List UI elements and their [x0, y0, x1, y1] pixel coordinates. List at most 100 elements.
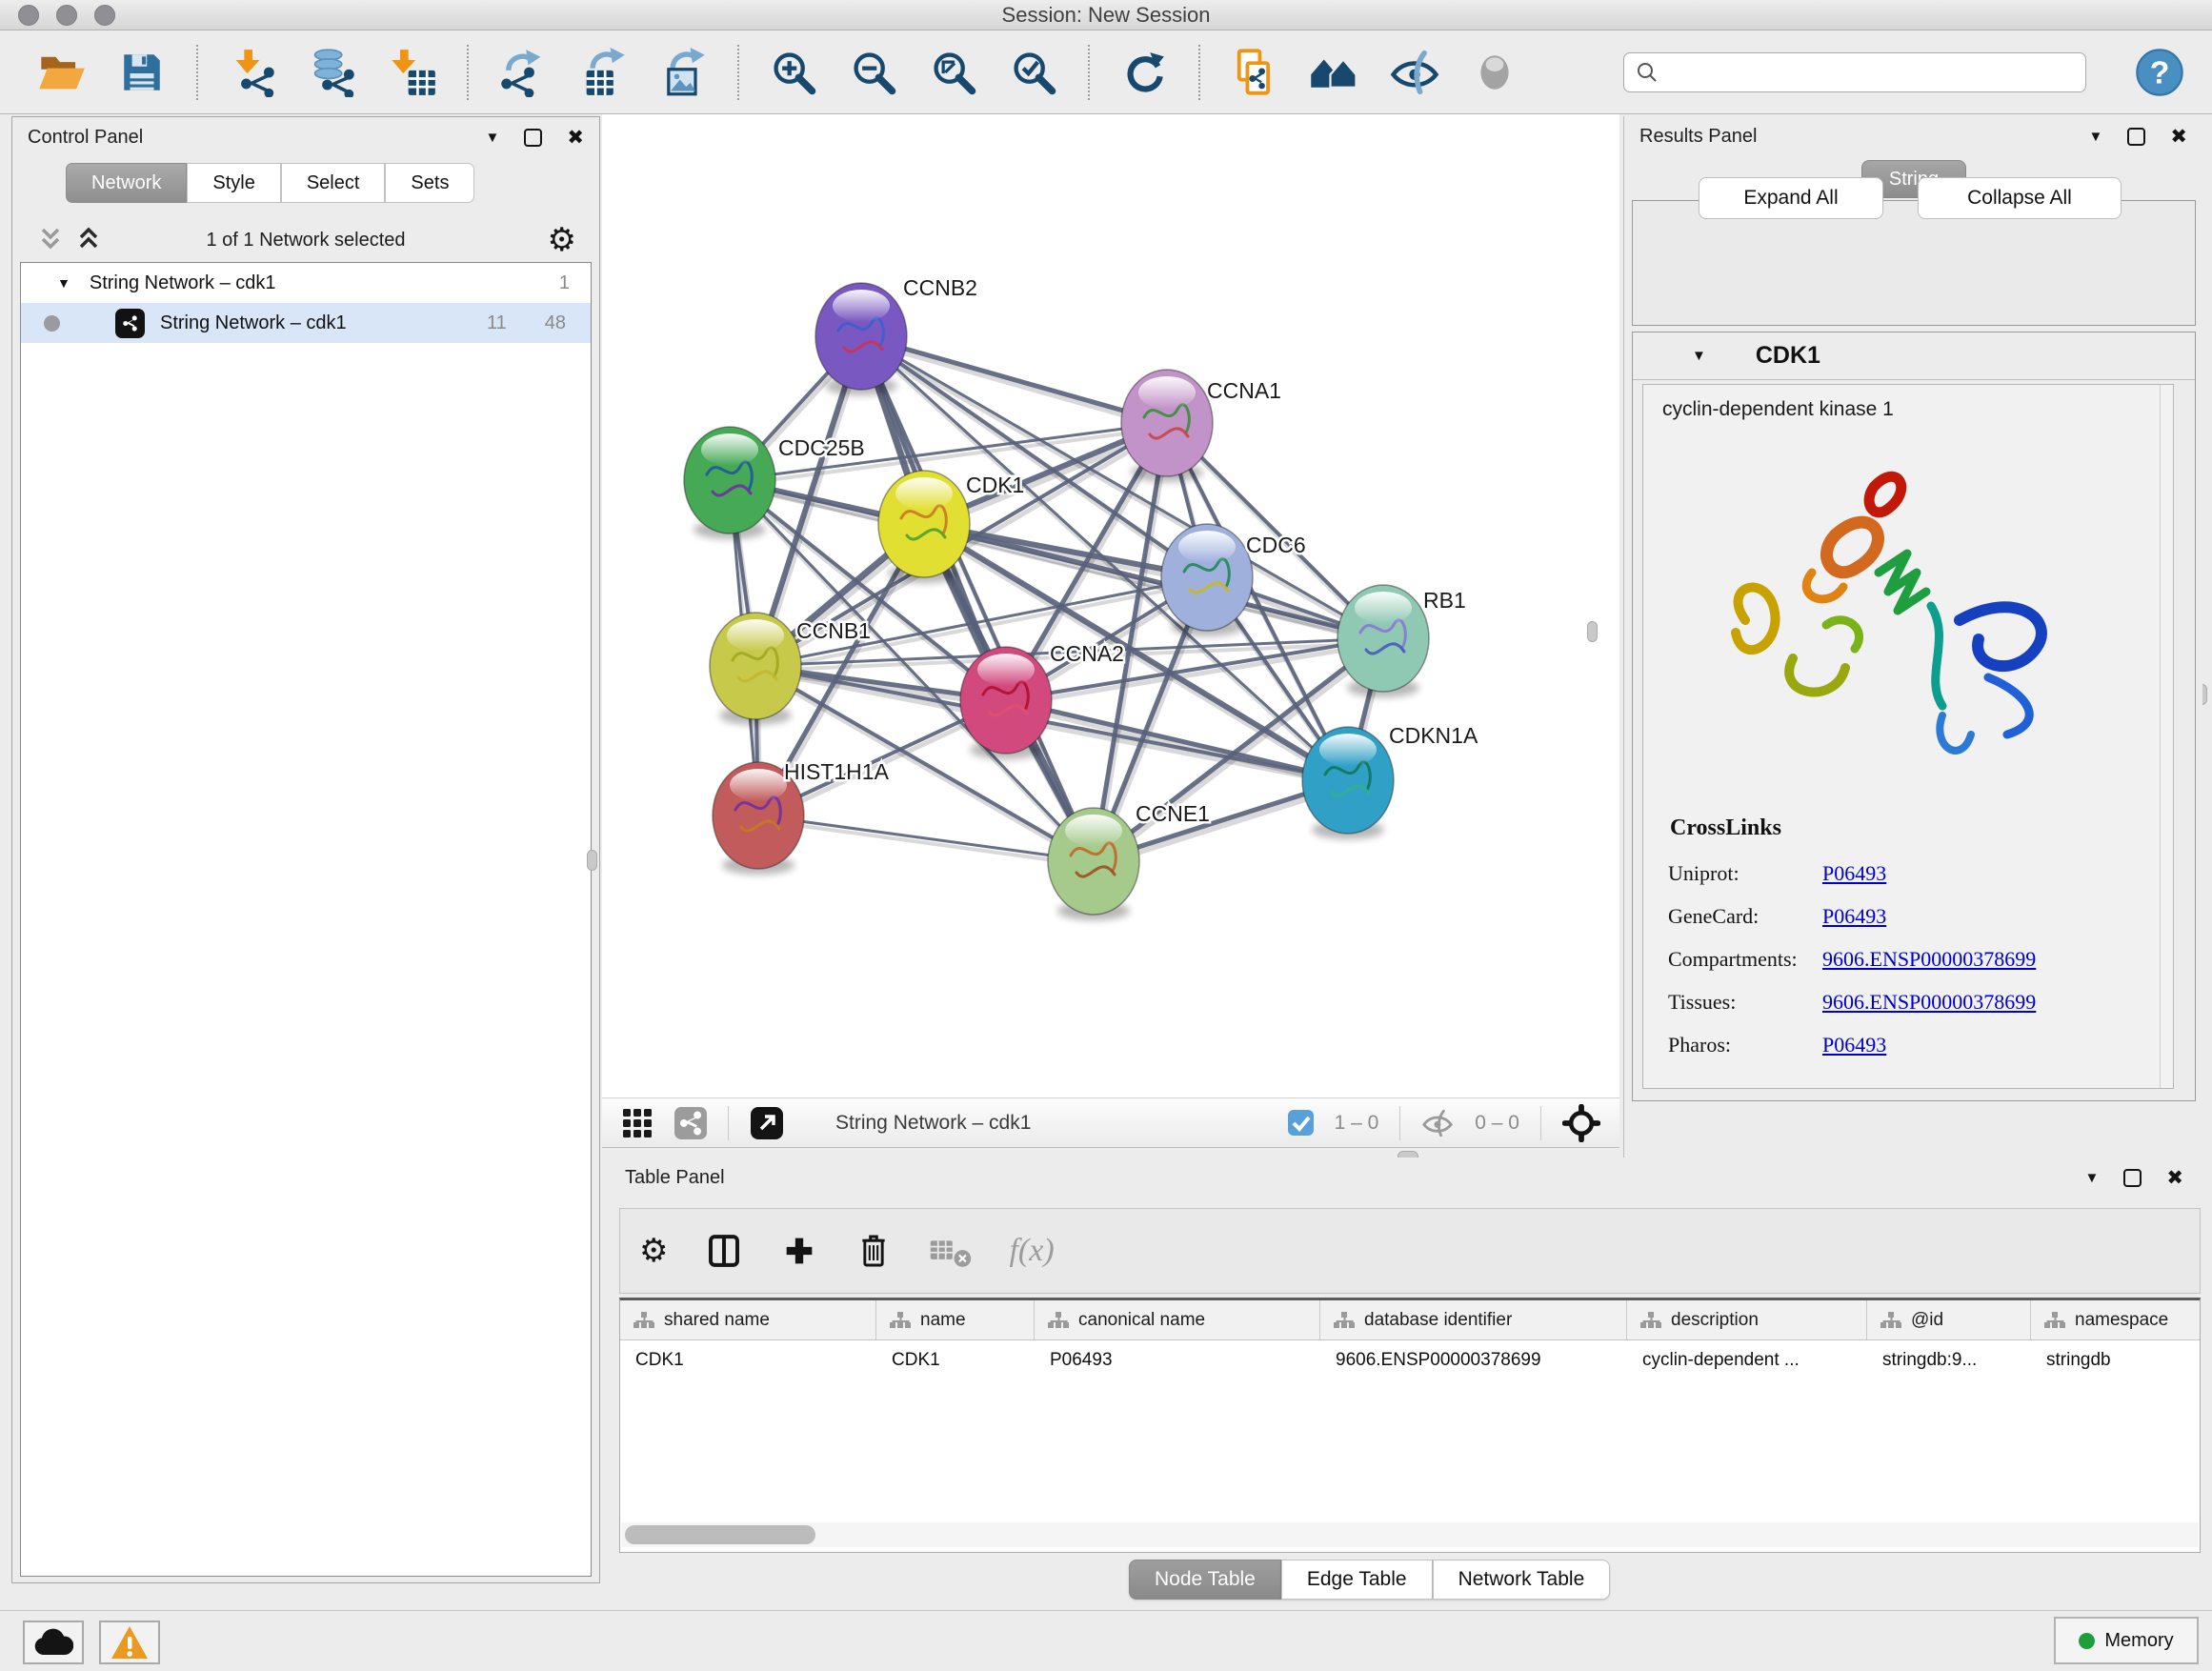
add-column-icon[interactable]: [780, 1232, 818, 1270]
hide-selected-button[interactable]: [1389, 47, 1440, 98]
panel-menu-icon[interactable]: ▼: [2089, 129, 2103, 145]
column-header-description[interactable]: description: [1627, 1300, 1867, 1339]
export-network-button[interactable]: [497, 47, 549, 98]
network-row-selected[interactable]: String Network – cdk1 11 48: [21, 303, 591, 343]
expand-all-button[interactable]: Expand All: [1699, 177, 1883, 219]
save-session-button[interactable]: [116, 47, 168, 98]
node-HIST1H1A[interactable]: HIST1H1A: [713, 759, 890, 875]
control-tab-select[interactable]: Select: [281, 163, 386, 203]
protein-card-header[interactable]: ▼ CDK1: [1633, 332, 2195, 380]
zoom-selected-button[interactable]: [1008, 47, 1059, 98]
tree-expander-icon[interactable]: ▼: [57, 275, 70, 291]
selected-checkbox-icon[interactable]: [1288, 1110, 1314, 1136]
fit-selected-crosshair-icon[interactable]: [1562, 1104, 1600, 1142]
table-tab-edge-table[interactable]: Edge Table: [1281, 1560, 1433, 1600]
table-tab-node-table[interactable]: Node Table: [1129, 1560, 1281, 1600]
panel-menu-icon[interactable]: ▼: [2085, 1170, 2100, 1186]
node-gloss: [1065, 815, 1122, 847]
window-close-button[interactable]: [18, 5, 39, 26]
control-tab-sets[interactable]: Sets: [385, 163, 474, 203]
network-collection-row[interactable]: ▼ String Network – cdk1 1: [21, 263, 591, 303]
network-graph[interactable]: CCNB2CCNA1CDC25BCDK1CDC6RB1CCNB1CCNA2CDK…: [602, 114, 1619, 1097]
table-cell[interactable]: stringdb:9...: [1867, 1340, 2031, 1380]
table-cell[interactable]: 9606.ENSP00000378699: [1320, 1340, 1627, 1380]
expand-all-icon[interactable]: [73, 225, 104, 255]
column-header-namespace[interactable]: namespace: [2031, 1300, 2201, 1339]
node-RB1[interactable]: RB1: [1337, 585, 1466, 697]
crosslink-link[interactable]: P06493: [1822, 1023, 1886, 1066]
network-options-gear-icon[interactable]: ⚙: [548, 224, 576, 256]
network-canvas[interactable]: CCNB2CCNA1CDC25BCDK1CDC6RB1CCNB1CCNA2CDK…: [602, 114, 1619, 1097]
help-button[interactable]: ?: [2134, 47, 2185, 98]
import-table-button[interactable]: [387, 47, 438, 98]
open-session-button[interactable]: [36, 47, 88, 98]
table-options-gear-icon[interactable]: ⚙: [639, 1235, 668, 1267]
panel-close-icon[interactable]: ✖: [2170, 125, 2187, 149]
table-cell[interactable]: cyclin-dependent ...: [1627, 1340, 1867, 1380]
node-CCNA1[interactable]: CCNA1: [1121, 370, 1281, 482]
panel-float-icon[interactable]: [2127, 128, 2145, 146]
column-header-shared-name[interactable]: shared name: [620, 1300, 876, 1339]
table-hscrollbar[interactable]: [621, 1522, 2199, 1547]
right-splitter-handle[interactable]: [1587, 621, 1598, 642]
left-splitter-handle[interactable]: [587, 850, 597, 871]
table-panel-title: Table Panel: [625, 1167, 725, 1189]
export-table-button[interactable]: [577, 47, 629, 98]
apply-layout-button[interactable]: [1118, 47, 1170, 98]
panel-close-icon[interactable]: ✖: [2166, 1166, 2183, 1190]
network-view-icon[interactable]: [674, 1107, 707, 1139]
window-minimize-button[interactable]: [56, 5, 77, 26]
panel-float-icon[interactable]: [524, 129, 542, 147]
cloud-button[interactable]: [23, 1621, 84, 1664]
panel-close-icon[interactable]: ✖: [567, 126, 584, 150]
column-header-name[interactable]: name: [876, 1300, 1035, 1339]
memory-button[interactable]: Memory: [2054, 1617, 2199, 1664]
table-tab-network-table[interactable]: Network Table: [1433, 1560, 1611, 1600]
zoom-fit-button[interactable]: [928, 47, 979, 98]
select-columns-icon[interactable]: [704, 1231, 744, 1271]
show-all-button[interactable]: [1469, 47, 1520, 98]
table-cell[interactable]: stringdb: [2031, 1340, 2201, 1380]
node-table[interactable]: shared namenamecanonical namedatabase id…: [619, 1298, 2201, 1553]
scrollbar-thumb[interactable]: [625, 1525, 815, 1544]
zoom-out-button[interactable]: [848, 47, 899, 98]
table-row[interactable]: CDK1CDK1P064939606.ENSP00000378699cyclin…: [620, 1340, 2200, 1380]
panel-float-icon[interactable]: [2123, 1169, 2142, 1187]
panel-menu-icon[interactable]: ▼: [486, 130, 500, 146]
search-input[interactable]: [1666, 61, 2074, 83]
column-header-database-identifier[interactable]: database identifier: [1320, 1300, 1627, 1339]
node-CCNE1[interactable]: CCNE1: [1048, 801, 1210, 920]
export-image-button[interactable]: [657, 47, 709, 98]
table-cell[interactable]: CDK1: [620, 1340, 876, 1380]
control-tab-network[interactable]: Network: [66, 163, 187, 203]
node-CCNB2[interactable]: CCNB2: [815, 275, 977, 395]
crosslink-link[interactable]: P06493: [1822, 852, 1886, 895]
column-header-canonical-name[interactable]: canonical name: [1035, 1300, 1320, 1339]
node-CDKN1A[interactable]: CDKN1A: [1302, 723, 1478, 839]
crosslink-link[interactable]: 9606.ENSP00000378699: [1822, 937, 2036, 980]
collapse-entry-icon[interactable]: ▼: [1692, 348, 1706, 364]
node-CDC25B[interactable]: CDC25B: [684, 427, 865, 539]
zoom-in-button[interactable]: [768, 47, 819, 98]
control-tab-style[interactable]: Style: [187, 163, 280, 203]
first-neighbors-button[interactable]: [1309, 47, 1360, 98]
birds-eye-view-icon[interactable]: [750, 1106, 784, 1140]
collapse-all-button[interactable]: Collapse All: [1918, 177, 2122, 219]
window-zoom-button[interactable]: [94, 5, 115, 26]
crosslinks-title: CrossLinks: [1670, 815, 1781, 841]
crosslink-link[interactable]: P06493: [1822, 895, 1886, 937]
import-network-button[interactable]: [227, 47, 278, 98]
grid-view-icon[interactable]: [621, 1107, 654, 1139]
delete-column-icon[interactable]: [855, 1232, 893, 1270]
search-box[interactable]: [1623, 52, 2086, 92]
crosslink-link[interactable]: 9606.ENSP00000378699: [1822, 980, 2036, 1023]
import-database-button[interactable]: [307, 47, 358, 98]
function-builder-icon: f(x): [1009, 1233, 1054, 1269]
column-header--id[interactable]: @id: [1867, 1300, 2031, 1339]
table-cell[interactable]: CDK1: [876, 1340, 1035, 1380]
collapse-all-icon[interactable]: [35, 225, 66, 255]
clone-network-button[interactable]: [1229, 47, 1280, 98]
warning-button[interactable]: [99, 1621, 160, 1664]
results-scrollbar[interactable]: [2160, 385, 2173, 1088]
table-cell[interactable]: P06493: [1035, 1340, 1320, 1380]
